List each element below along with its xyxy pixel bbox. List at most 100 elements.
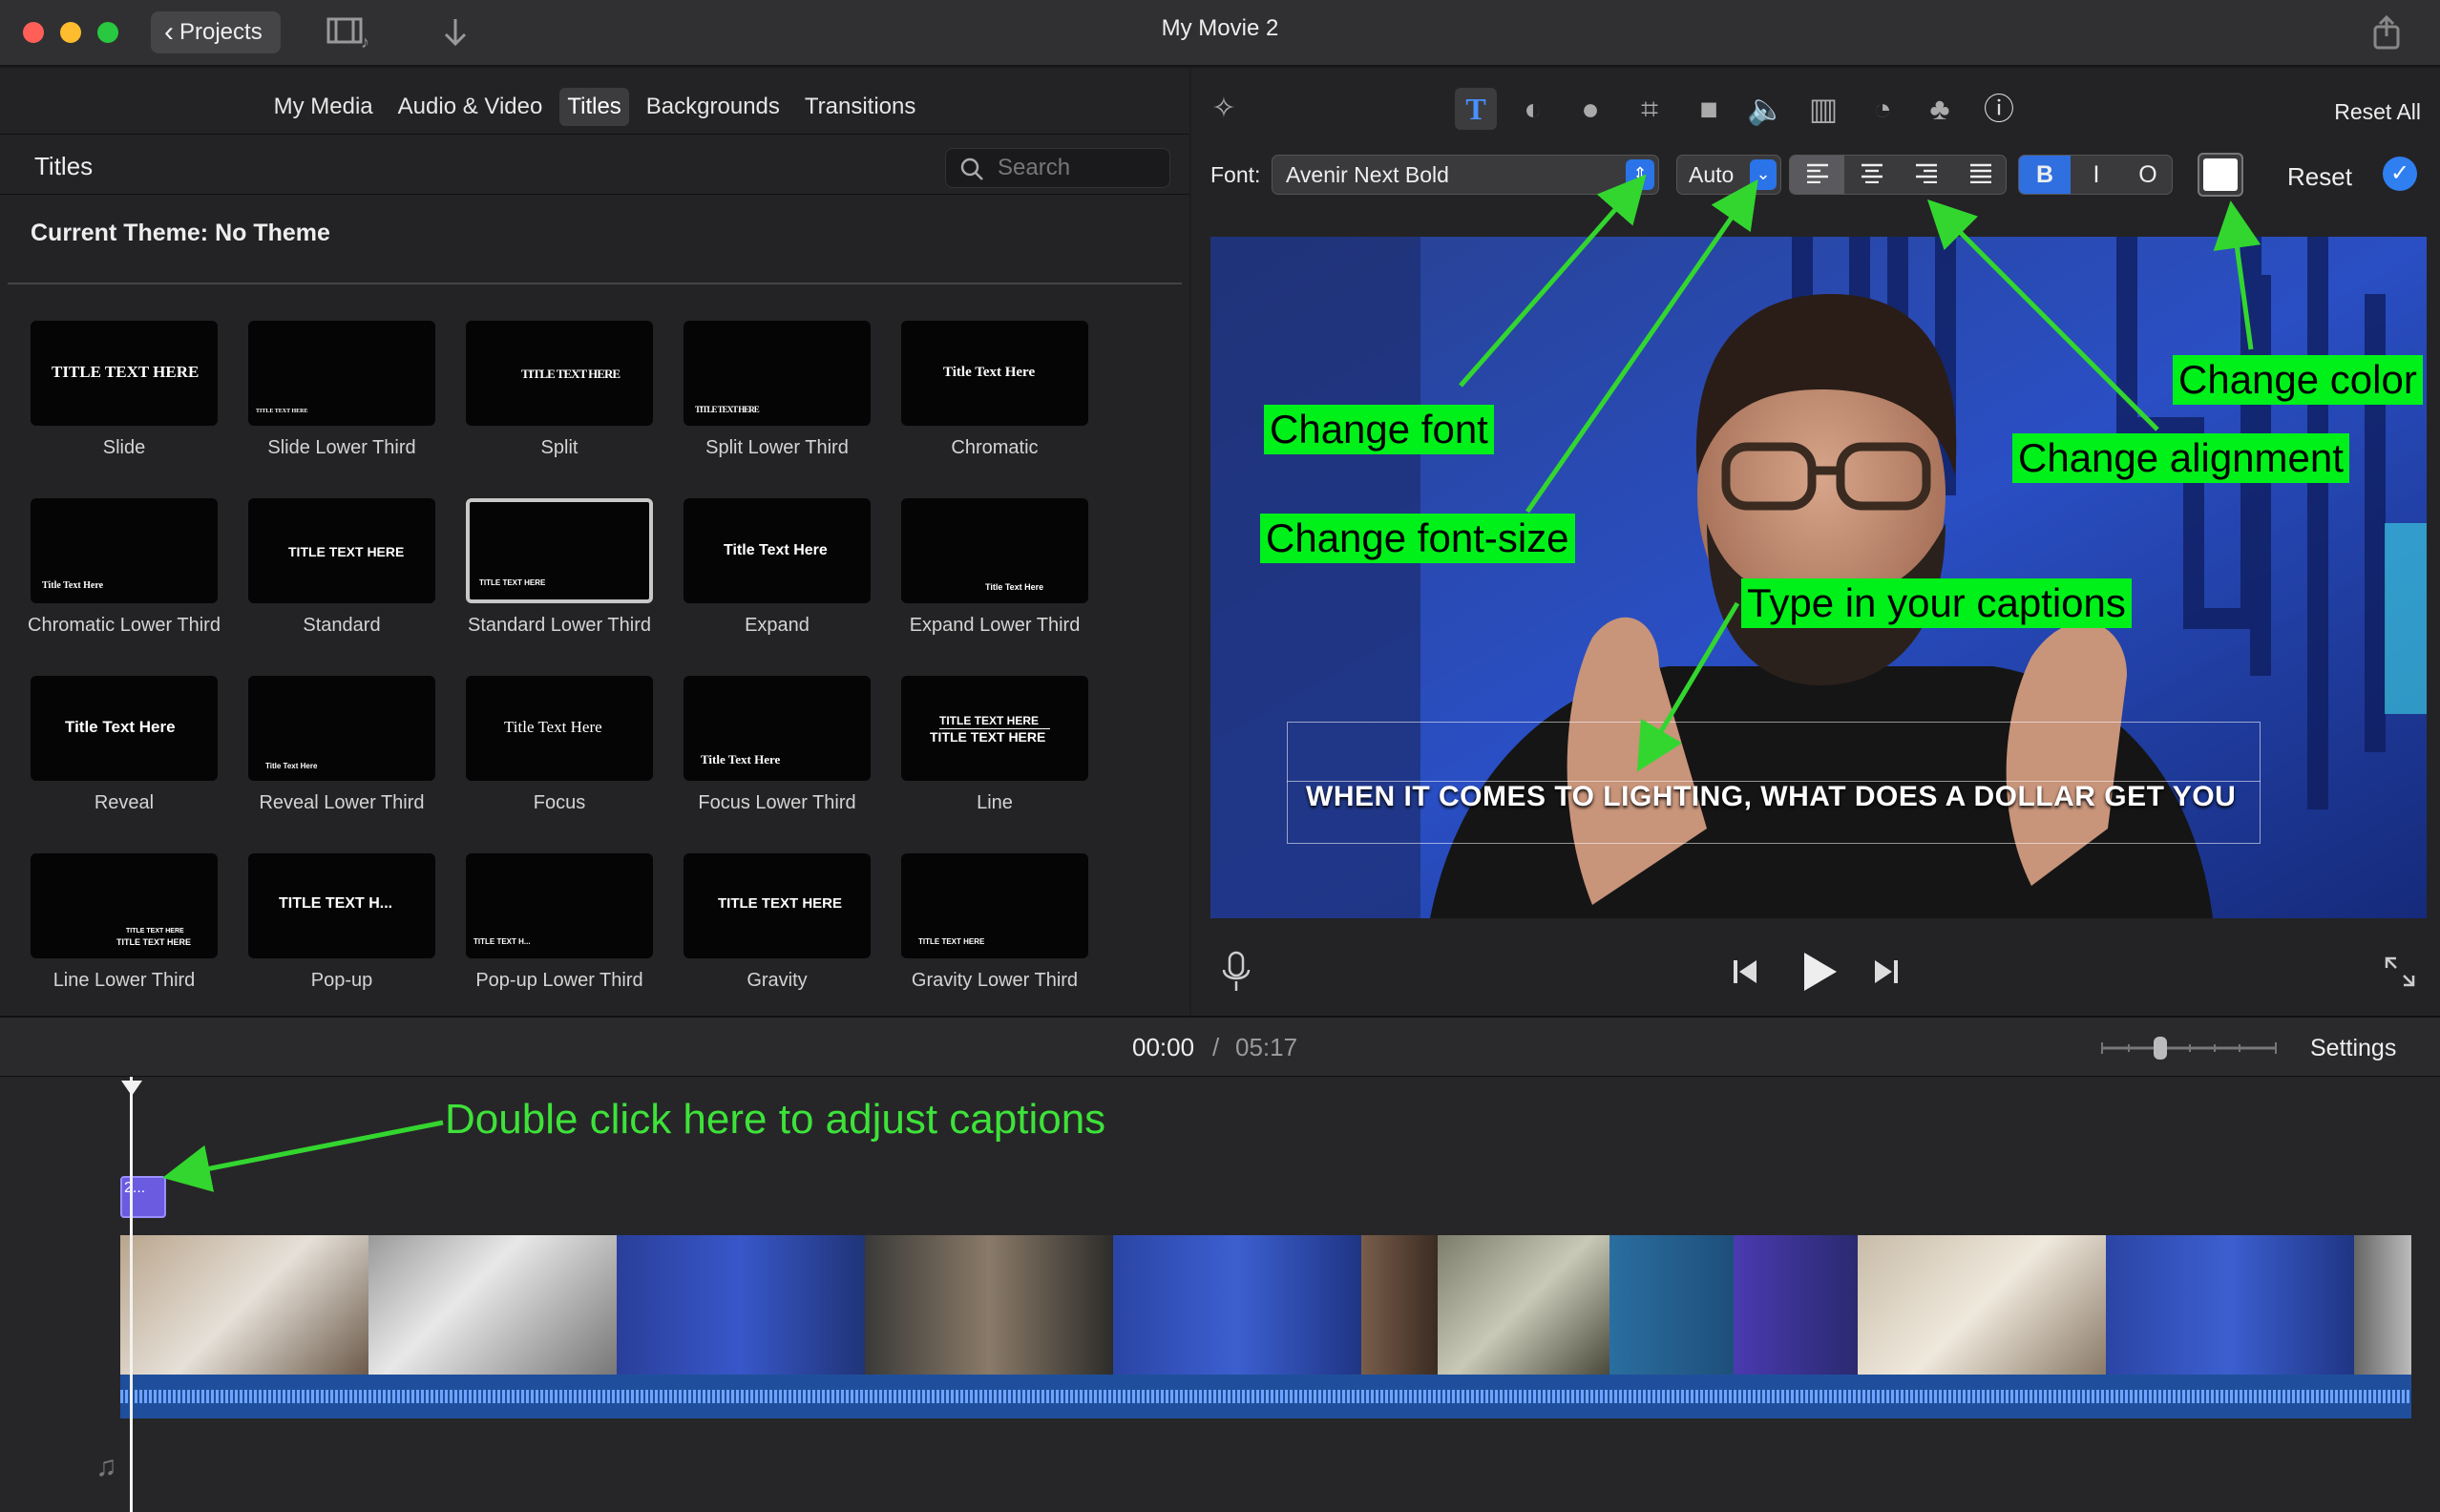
- color-correction-palette-icon[interactable]: ●: [1569, 88, 1611, 130]
- tab-backgrounds[interactable]: Backgrounds: [639, 88, 788, 126]
- title-tile-expand-lower-third[interactable]: Title Text Here Expand Lower Third: [901, 498, 1088, 670]
- video-clip[interactable]: [1438, 1235, 1609, 1375]
- video-clip[interactable]: [1609, 1235, 1734, 1375]
- play-icon[interactable]: [1798, 949, 1841, 995]
- align-center-button[interactable]: [1844, 156, 1899, 194]
- text-style-icon[interactable]: T: [1455, 88, 1497, 130]
- timeline-settings-button[interactable]: Settings: [2310, 1035, 2396, 1062]
- align-left-button[interactable]: [1790, 156, 1844, 194]
- font-label: Font:: [1210, 162, 1261, 187]
- video-clip[interactable]: [2354, 1235, 2411, 1375]
- title-tile-focus[interactable]: Title Text Here Focus: [466, 676, 653, 848]
- share-icon[interactable]: [2367, 13, 2406, 52]
- video-clip[interactable]: [1361, 1235, 1438, 1375]
- volume-speaker-icon[interactable]: 🔈: [1745, 88, 1787, 130]
- speed-gauge-icon[interactable]: ◔: [1862, 88, 1904, 130]
- bold-button[interactable]: B: [2019, 156, 2071, 194]
- tile-label: Gravity Lower Third: [911, 970, 1079, 991]
- text-color-well[interactable]: [2198, 153, 2243, 197]
- video-viewer[interactable]: WHEN IT COMES TO LIGHTING, WHAT DOES A D…: [1210, 237, 2427, 918]
- title-tile-slide[interactable]: TITLE TEXT HERE Slide: [31, 321, 218, 493]
- title-tile-reveal[interactable]: Title Text Here Reveal: [31, 676, 218, 848]
- title-tile-pop-up[interactable]: TITLE TEXT H... Pop-up: [248, 853, 435, 1025]
- title-clip[interactable]: 2...: [120, 1176, 166, 1218]
- zoom-slider[interactable]: [2100, 1037, 2278, 1060]
- tile-preview-text: TITLE TEXT H...: [279, 895, 393, 912]
- font-size-select[interactable]: Auto ⌄: [1676, 155, 1781, 195]
- tab-audio-video[interactable]: Audio & Video: [390, 88, 551, 126]
- tile-label: Expand: [745, 615, 810, 636]
- align-justify-button[interactable]: [1953, 156, 2008, 194]
- video-clip[interactable]: [1858, 1235, 2106, 1375]
- crop-icon[interactable]: ⌗: [1629, 88, 1671, 130]
- title-tile-slide-lower-third[interactable]: TITLE TEXT HERE Slide Lower Third: [248, 321, 435, 493]
- tile-preview-text: Title Text Here: [65, 718, 176, 736]
- search-placeholder: Search: [998, 155, 1071, 180]
- video-clip[interactable]: [368, 1235, 617, 1375]
- timeline-header: 00:00 / 05:17 Settings: [0, 1016, 2440, 1077]
- tile-label: Reveal Lower Third: [259, 792, 425, 813]
- tile-thumbnail: TITLE TEXT HERE: [684, 321, 871, 426]
- title-tile-standard[interactable]: TITLE TEXT HERE Standard: [248, 498, 435, 670]
- equalizer-icon[interactable]: ▥: [1802, 88, 1844, 130]
- title-tile-gravity[interactable]: TITLE TEXT HERE Gravity: [684, 853, 871, 1025]
- fullscreen-icon[interactable]: [2381, 953, 2419, 991]
- search-input[interactable]: Search: [945, 148, 1170, 188]
- italic-button[interactable]: I: [2071, 156, 2122, 194]
- video-clip[interactable]: [2106, 1235, 2354, 1375]
- caption-text[interactable]: WHEN IT COMES TO LIGHTING, WHAT DOES A D…: [1306, 781, 2236, 813]
- color-balance-icon[interactable]: ◐: [1512, 88, 1554, 130]
- tab-transitions[interactable]: Transitions: [797, 88, 923, 126]
- magic-wand-icon[interactable]: ✧: [1203, 88, 1245, 130]
- info-icon[interactable]: ⓘ: [1978, 88, 2020, 130]
- video-clip[interactable]: [865, 1235, 1113, 1375]
- title-tile-line[interactable]: TITLE TEXT HERE TITLE TEXT HERE Line: [901, 676, 1088, 848]
- stabilization-camera-icon[interactable]: ■: [1688, 88, 1730, 130]
- skip-forward-icon[interactable]: [1871, 956, 1902, 987]
- video-clip[interactable]: [120, 1235, 368, 1375]
- divider: [8, 283, 1182, 284]
- callout-change-color: Change color: [2173, 355, 2423, 405]
- title-tile-expand[interactable]: Title Text Here Expand: [684, 498, 871, 670]
- font-select[interactable]: Avenir Next Bold ⇕: [1272, 155, 1659, 195]
- video-clip[interactable]: [617, 1235, 865, 1375]
- tile-label: Gravity: [747, 970, 808, 991]
- microphone-icon[interactable]: [1220, 951, 1252, 993]
- title-tile-chromatic[interactable]: Title Text Here Chromatic: [901, 321, 1088, 493]
- title-tile-gravity-lower-third[interactable]: TITLE TEXT HERE Gravity Lower Third: [901, 853, 1088, 1025]
- tile-thumbnail: TITLE TEXT HERE: [901, 853, 1088, 958]
- audio-waveform[interactable]: [120, 1375, 2411, 1418]
- title-tile-split-lower-third[interactable]: TITLE TEXT HERE Split Lower Third: [684, 321, 871, 493]
- video-clip[interactable]: [1113, 1235, 1361, 1375]
- timeline[interactable]: 2... ♫: [0, 1077, 2440, 1512]
- tile-thumbnail: Title Text Here: [901, 498, 1088, 603]
- title-tile-pop-up-lower-third[interactable]: TITLE TEXT H... Pop-up Lower Third: [466, 853, 653, 1025]
- title-tile-line-lower-third[interactable]: TITLE TEXT HERE TITLE TEXT HERE Line Low…: [31, 853, 218, 1025]
- playhead[interactable]: [130, 1077, 133, 1512]
- title-tile-focus-lower-third[interactable]: Title Text Here Focus Lower Third: [684, 676, 871, 848]
- tile-thumbnail: Title Text Here: [901, 321, 1088, 426]
- align-right-button[interactable]: [1899, 156, 1953, 194]
- reset-all-button[interactable]: Reset All: [2334, 99, 2421, 125]
- title-tile-split[interactable]: TITLE TEXT HERE Split: [466, 321, 653, 493]
- tile-preview-text: TITLE TEXT HERE: [695, 405, 760, 414]
- tile-preview-text: Title Text Here: [985, 582, 1044, 592]
- tab-my-media[interactable]: My Media: [266, 88, 381, 126]
- title-tile-chromatic-lower-third[interactable]: Title Text Here Chromatic Lower Third: [28, 498, 221, 670]
- reset-button[interactable]: Reset: [2287, 162, 2352, 192]
- title-tile-reveal-lower-third[interactable]: Title Text Here Reveal Lower Third: [248, 676, 435, 848]
- outline-button[interactable]: O: [2122, 156, 2174, 194]
- video-clip-strip[interactable]: [120, 1235, 2411, 1375]
- playhead-handle[interactable]: [121, 1081, 142, 1096]
- text-style-segmented-control: B I O: [2018, 155, 2173, 195]
- titles-header: Titles Search: [0, 134, 1189, 195]
- tile-thumbnail: TITLE TEXT HERE TITLE TEXT HERE: [31, 853, 218, 958]
- tile-label: Chromatic Lower Third: [28, 615, 221, 636]
- skip-back-icon[interactable]: [1730, 956, 1760, 987]
- apply-checkmark-icon[interactable]: ✓: [2383, 157, 2417, 191]
- tab-titles[interactable]: Titles: [559, 88, 629, 126]
- title-tile-standard-lower-third[interactable]: TITLE TEXT HERE Standard Lower Third: [466, 498, 653, 670]
- clip-filter-icon[interactable]: ♣: [1919, 88, 1961, 130]
- titles-heading: Titles: [34, 152, 94, 180]
- video-clip[interactable]: [1734, 1235, 1858, 1375]
